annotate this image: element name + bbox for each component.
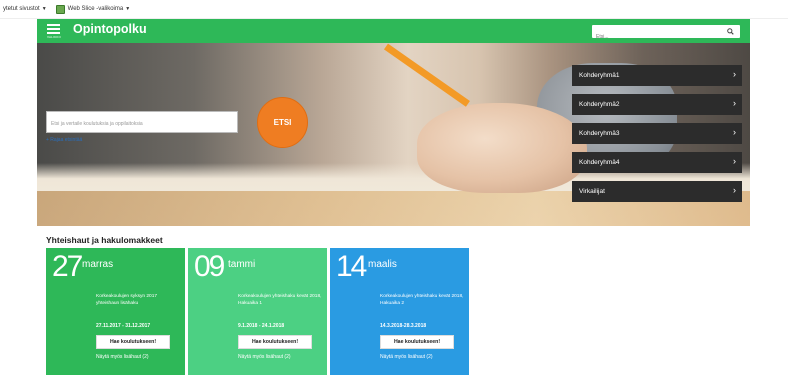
application-card: 27 marras Korkeakoulujen syksyn 2017 yht… (46, 248, 185, 375)
card-day: 27 (52, 250, 83, 283)
card-description: Korkeakoulujen yhteishaku kevät 2018, Ha… (238, 294, 322, 306)
card-day: 09 (194, 250, 225, 283)
application-card: 09 tammi Korkeakoulujen yhteishaku kevät… (188, 248, 327, 375)
site-logo[interactable]: Opintopolku (73, 22, 147, 36)
application-card: 14 maalis Korkeakoulujen yhteishaku kevä… (330, 248, 469, 375)
card-month: maalis (368, 259, 397, 270)
menu-button[interactable]: VALIKKO (47, 22, 61, 41)
refine-search-link[interactable]: + Rajaa etsintää (46, 137, 82, 143)
card-day: 14 (336, 250, 367, 283)
card-month: marras (82, 259, 114, 270)
target-group-label: Virkailijat (579, 188, 605, 195)
hero-image-hand (417, 103, 587, 193)
card-dates: 9.1.2018 - 24.1.2018 (238, 323, 285, 329)
chevron-down-icon: ▼ (125, 6, 131, 12)
show-additional-link[interactable]: Näytä myös lisähaut (2) (380, 354, 433, 360)
card-month: tammi (228, 259, 256, 270)
hamburger-icon (47, 24, 60, 26)
chevron-right-icon: › (733, 69, 736, 79)
webslice-label: Web Slice -valikoima (67, 6, 124, 12)
show-additional-link[interactable]: Näytä myös lisähaut (2) (238, 354, 291, 360)
apply-button[interactable]: Hae koulutukseen! (238, 335, 312, 349)
apply-button[interactable]: Hae koulutukseen! (96, 335, 170, 349)
favorites-bar: ytetut sivustot ▼ Web Slice -valikoima ▼ (0, 0, 788, 19)
target-group-menu: Kohderyhmä1 › Kohderyhmä2 › Kohderyhmä3 … (572, 65, 742, 210)
target-group-item-1[interactable]: Kohderyhmä1 › (572, 65, 742, 86)
site-header: VALIKKO Opintopolku (37, 19, 750, 43)
section-title: Yhteishaut ja hakulomakkeet (46, 235, 163, 245)
hamburger-icon-bar (47, 28, 60, 30)
card-description: Korkeakoulujen syksyn 2017 yhteishaun li… (96, 294, 158, 306)
chevron-down-icon: ▼ (41, 6, 47, 12)
hero-image-pencil (383, 43, 470, 107)
chevron-right-icon: › (733, 98, 736, 108)
chevron-right-icon: › (733, 185, 736, 195)
hamburger-icon-bar (47, 32, 60, 34)
target-group-item-officials[interactable]: Virkailijat › (572, 181, 742, 202)
education-search-box (46, 111, 238, 133)
target-group-item-4[interactable]: Kohderyhmä4 › (572, 152, 742, 173)
target-group-label: Kohderyhmä3 (579, 130, 620, 137)
search-button[interactable]: ETSI (257, 97, 308, 148)
card-description: Korkeakoulujen yhteishaku kevät 2018, Ha… (380, 294, 464, 306)
apply-button[interactable]: Hae koulutukseen! (380, 335, 454, 349)
chevron-right-icon: › (733, 156, 736, 166)
education-search-input[interactable] (51, 116, 231, 132)
header-search (592, 25, 740, 43)
search-icon[interactable] (727, 28, 734, 35)
webslice-icon (55, 4, 65, 14)
target-group-label: Kohderyhmä4 (579, 159, 620, 166)
target-group-label: Kohderyhmä2 (579, 101, 620, 108)
show-additional-link[interactable]: Näytä myös lisähaut (2) (96, 354, 149, 360)
target-group-item-3[interactable]: Kohderyhmä3 › (572, 123, 742, 144)
header-search-input[interactable] (596, 31, 716, 43)
card-dates: 27.11.2017 - 31.12.2017 (96, 323, 151, 329)
target-group-label: Kohderyhmä1 (579, 72, 620, 79)
webslice-gallery-menu[interactable]: Web Slice -valikoima ▼ (55, 4, 131, 14)
card-dates: 14.3.2018-28.3.2018 (380, 323, 427, 329)
suggested-sites-menu[interactable]: ytetut sivustot ▼ (3, 6, 47, 12)
menu-label: VALIKKO (47, 35, 62, 39)
target-group-item-2[interactable]: Kohderyhmä2 › (572, 94, 742, 115)
chevron-right-icon: › (733, 127, 736, 137)
suggested-sites-label: ytetut sivustot (3, 6, 40, 12)
